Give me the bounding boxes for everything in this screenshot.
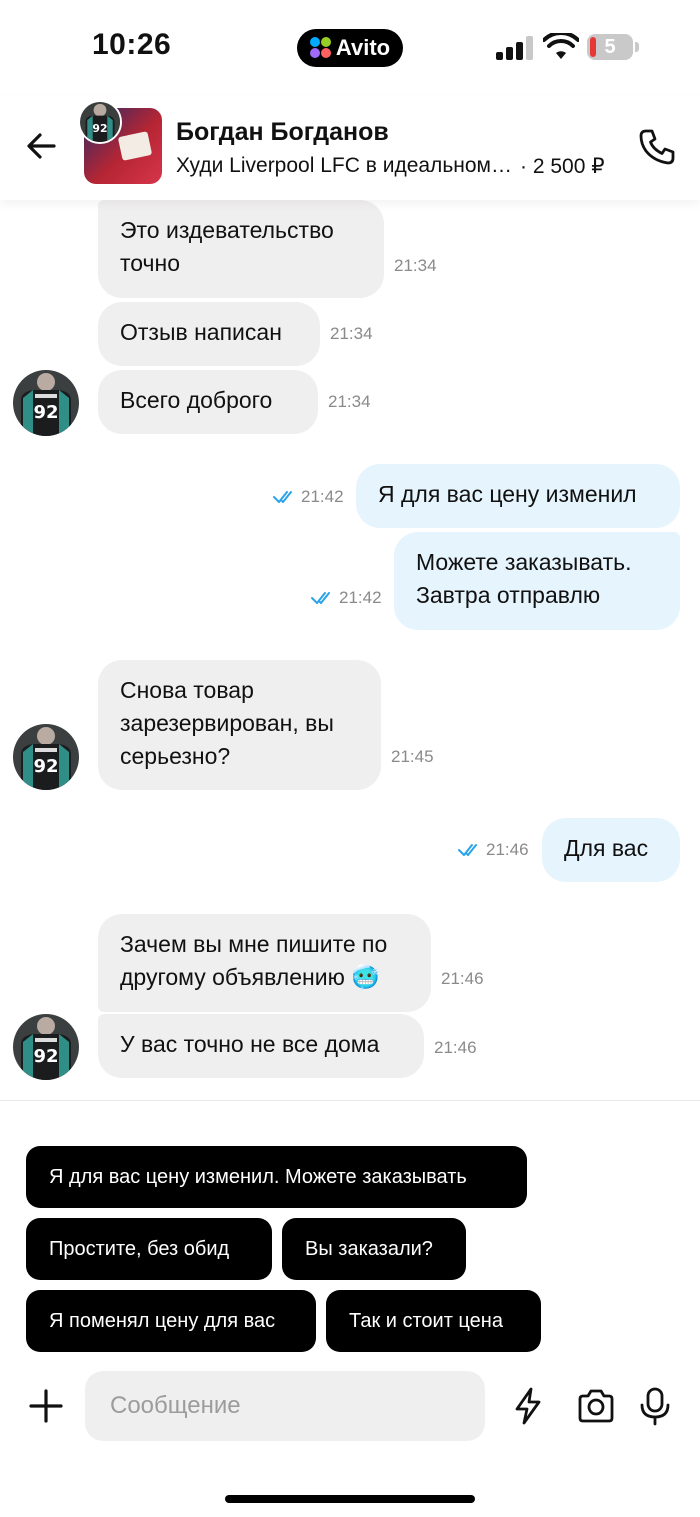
- status-bar: 10:26 Avito 5: [0, 0, 700, 96]
- wifi-icon: [543, 33, 579, 59]
- phone-icon[interactable]: [638, 128, 676, 166]
- home-indicator: [225, 1495, 475, 1503]
- quick-reply-chip[interactable]: Я для вас цену изменил. Можете заказыват…: [26, 1146, 527, 1208]
- svg-text:92: 92: [33, 756, 58, 777]
- status-time: 10:26: [92, 28, 172, 61]
- lightning-icon[interactable]: [508, 1386, 548, 1426]
- incoming-message[interactable]: У вас точно не все дома: [98, 1014, 424, 1078]
- quick-reply-chip[interactable]: Простите, без обид: [26, 1218, 272, 1280]
- sender-avatar[interactable]: 92: [13, 724, 79, 790]
- quick-reply-chip[interactable]: Вы заказали?: [282, 1218, 466, 1280]
- outgoing-message[interactable]: Для вас: [542, 818, 680, 882]
- svg-text:92: 92: [33, 402, 58, 423]
- message-time: 21:34: [394, 256, 437, 275]
- double-check-icon: [458, 844, 477, 856]
- message-time: 21:42: [301, 487, 344, 506]
- composer-divider: [0, 1100, 700, 1101]
- double-check-icon: [311, 592, 330, 604]
- camera-icon[interactable]: [576, 1386, 616, 1426]
- chat-header: 92 Богдан Богданов Худи Liverpool LFC в …: [0, 96, 700, 200]
- message-input[interactable]: [85, 1371, 485, 1441]
- message-time: 21:46: [441, 969, 484, 988]
- incoming-message[interactable]: Всего доброго: [98, 370, 318, 434]
- message-time: 21:42: [339, 588, 382, 607]
- listing-title: Худи Liverpool LFC в идеальном состоянии: [176, 154, 512, 177]
- avito-badge-label: Avito: [335, 35, 391, 60]
- avito-logo-icon: [309, 37, 332, 59]
- battery-indicator: 5: [587, 34, 633, 60]
- contact-avatar[interactable]: 92: [78, 100, 122, 144]
- incoming-message[interactable]: Снова товар зарезервирован, вы серьезно?: [98, 660, 381, 790]
- svg-text:92: 92: [33, 1046, 58, 1067]
- battery-level: 5: [604, 35, 616, 58]
- cellular-signal-icon: [496, 36, 534, 60]
- plus-icon[interactable]: [26, 1386, 66, 1426]
- message-time: 21:46: [486, 840, 529, 859]
- message-time: 21:34: [328, 392, 371, 411]
- listing-price: · 2 500 ₽: [520, 155, 605, 178]
- message-time: 21:34: [330, 324, 373, 343]
- svg-text:92: 92: [92, 122, 107, 135]
- contact-name[interactable]: Богдан Богданов: [176, 118, 389, 147]
- incoming-message[interactable]: Отзыв написан: [98, 302, 320, 366]
- sender-avatar[interactable]: 92: [13, 1014, 79, 1080]
- quick-reply-chip[interactable]: Так и стоит цена: [326, 1290, 541, 1352]
- incoming-message[interactable]: Это издевательство точно: [98, 200, 384, 298]
- avito-badge: Avito: [297, 29, 403, 67]
- message-time: 21:46: [434, 1038, 477, 1057]
- cold-face-emoji: 🥶: [351, 964, 380, 990]
- incoming-message[interactable]: Зачем вы мне пишите по другому объявлени…: [98, 914, 431, 1012]
- microphone-icon[interactable]: [635, 1386, 675, 1426]
- back-arrow-icon[interactable]: [22, 126, 62, 166]
- outgoing-message[interactable]: Я для вас цену изменил: [356, 464, 680, 528]
- sender-avatar[interactable]: 92: [13, 370, 79, 436]
- outgoing-message[interactable]: Можете заказывать. Завтра отправлю: [394, 532, 680, 630]
- message-list[interactable]: Это издевательство точно 21:34 Отзыв нап…: [0, 196, 700, 1100]
- listing-info[interactable]: Худи Liverpool LFC в идеальном состоянии…: [176, 154, 605, 179]
- message-time: 21:45: [391, 747, 434, 766]
- double-check-icon: [273, 491, 292, 503]
- quick-reply-chip[interactable]: Я поменял цену для вас: [26, 1290, 316, 1352]
